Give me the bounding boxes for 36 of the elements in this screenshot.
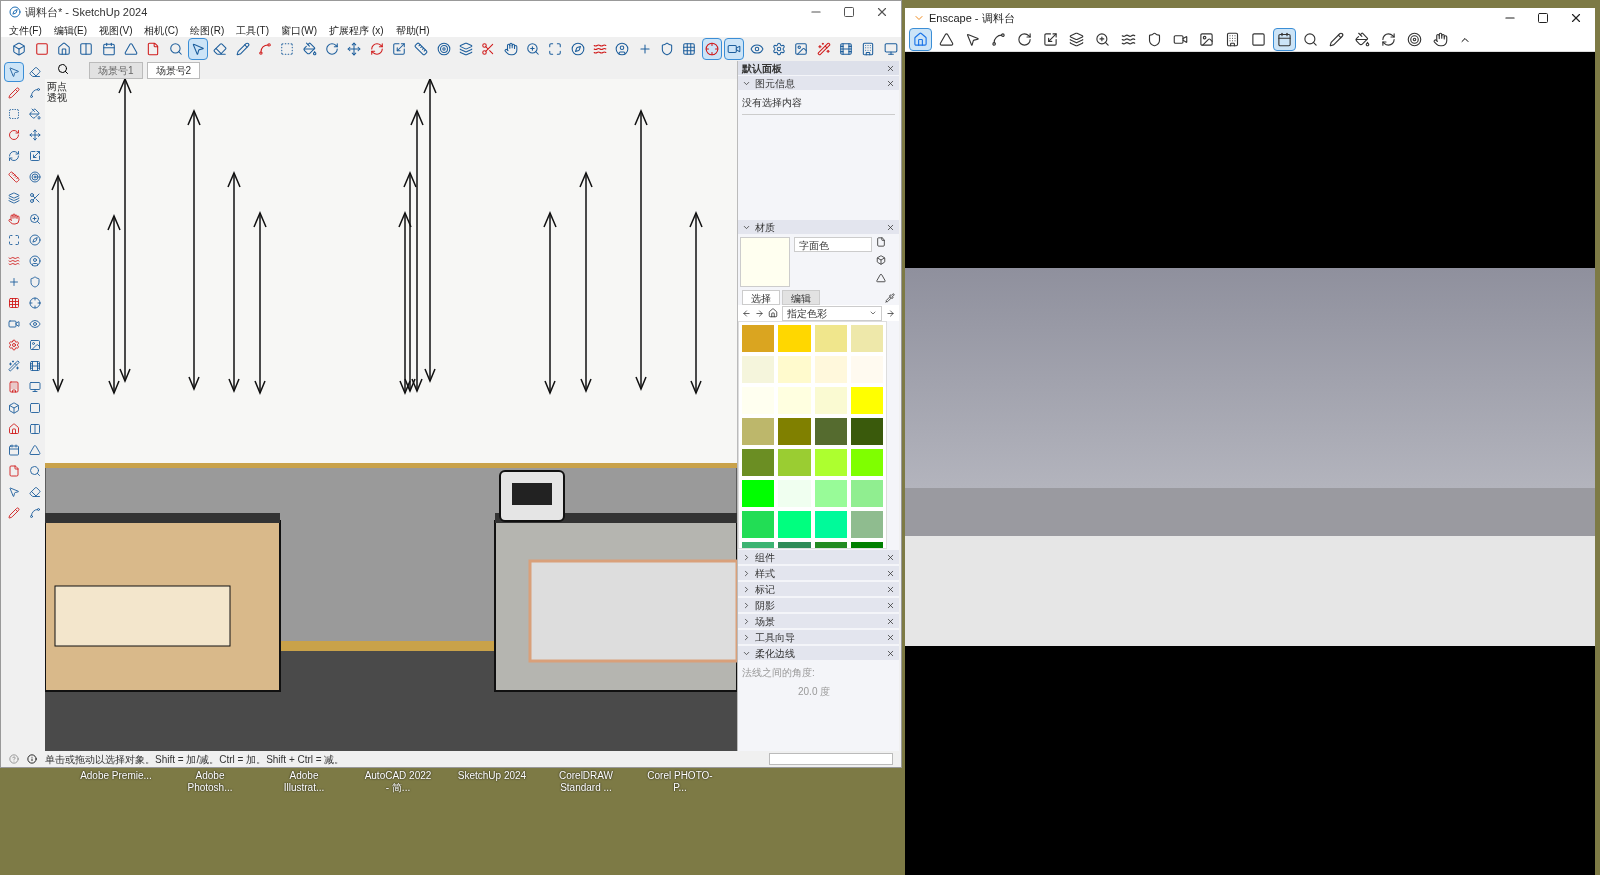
window-title: Enscape - 调料台 bbox=[929, 10, 1015, 26]
section-title[interactable]: 阴影 bbox=[755, 597, 775, 613]
menu-item[interactable]: 帮助(H) bbox=[395, 22, 430, 38]
material-name-field[interactable]: 字面色 bbox=[794, 237, 872, 252]
desktop-icon-label[interactable]: CorelDRAW Standard ... bbox=[550, 770, 622, 794]
library-dropdown[interactable]: 指定色彩 bbox=[782, 305, 882, 321]
menu-item[interactable]: 窗口(W) bbox=[281, 22, 318, 38]
angle-value: 20.0 度 bbox=[797, 685, 832, 699]
menu-item[interactable]: 编辑(E) bbox=[53, 22, 88, 38]
selection-status: 没有选择内容 bbox=[742, 95, 895, 115]
desktop-icon-label[interactable]: Adobe Illustrat... bbox=[268, 770, 340, 794]
desktop-icon-label[interactable]: Adobe Photosh... bbox=[174, 770, 246, 794]
scene-tab[interactable]: 场景号2 bbox=[146, 62, 201, 79]
menu-item[interactable]: 视图(V) bbox=[99, 22, 133, 38]
material-tab[interactable]: 编辑 bbox=[782, 290, 820, 305]
menu-item[interactable]: 工具(T) bbox=[236, 22, 270, 38]
desktop-icon-label[interactable]: SketchUp 2024 bbox=[456, 770, 528, 794]
status-text: 单击或拖动以选择对象。Shift = 加/减。Ctrl = 加。Shift + Ctrl = 减。 bbox=[45, 752, 345, 767]
menu-item[interactable]: 绘图(R) bbox=[190, 22, 225, 38]
menu-item[interactable]: 文件(F) bbox=[9, 22, 42, 38]
desktop-icon-label[interactable]: AutoCAD 2022 - 简... bbox=[362, 770, 434, 794]
material-tab[interactable]: 选择 bbox=[742, 290, 780, 305]
window-title: 调料台* - SketchUp 2024 bbox=[25, 4, 148, 20]
section-title[interactable]: 场景 bbox=[755, 613, 775, 629]
scene-tab[interactable]: 场景号1 bbox=[89, 62, 143, 79]
desktop-icon-label[interactable]: Corel PHOTO-P... bbox=[644, 770, 716, 794]
section-title[interactable]: 样式 bbox=[755, 565, 775, 581]
section-title[interactable]: 标记 bbox=[755, 581, 775, 597]
setting-label: 法线之间的角度: bbox=[742, 666, 816, 680]
camera-view-label: 两点透视 bbox=[47, 81, 68, 103]
section-title[interactable]: 组件 bbox=[755, 549, 775, 565]
desktop-icon-label[interactable]: Adobe Premie... bbox=[80, 770, 152, 794]
menu-item[interactable]: 相机(C) bbox=[144, 22, 179, 38]
panel-title: 默认面板 bbox=[742, 61, 782, 76]
menu-item[interactable]: 扩展程序 (x) bbox=[329, 22, 384, 38]
section-title[interactable]: 材质 bbox=[755, 219, 775, 235]
